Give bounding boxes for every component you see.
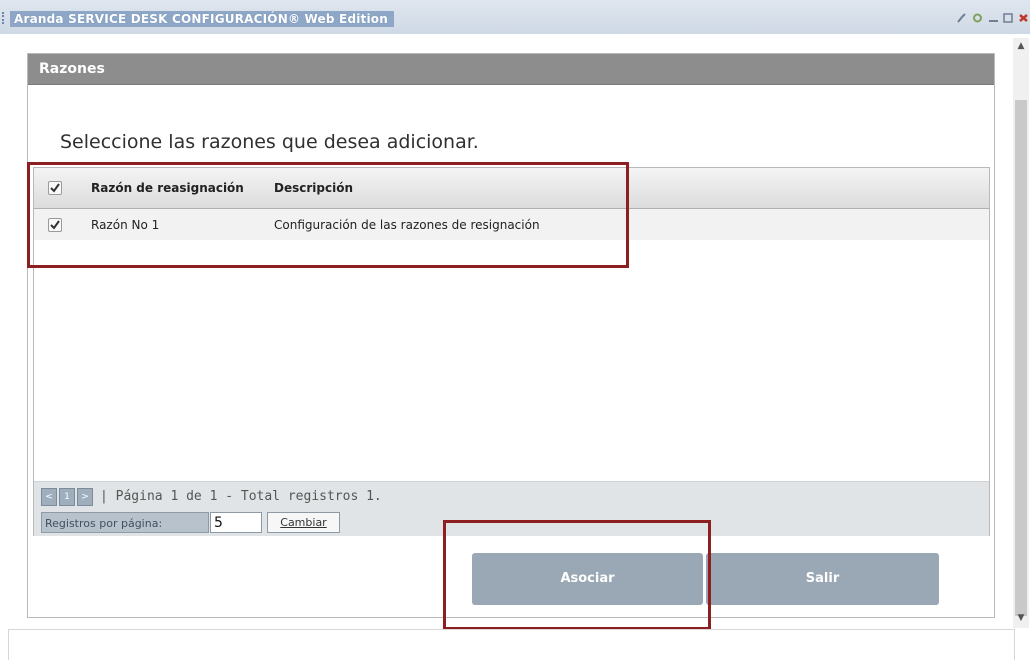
records-per-page-label: Registros por página: xyxy=(41,512,209,533)
column-header-description[interactable]: Descripción xyxy=(274,181,353,195)
refresh-icon[interactable] xyxy=(972,13,983,23)
reasons-grid: Razón de reasignación Descripción Razón … xyxy=(33,167,990,536)
scroll-up-icon[interactable]: ▲ xyxy=(1013,38,1029,54)
close-icon[interactable] xyxy=(1018,13,1029,23)
dialog-title: Razones xyxy=(39,61,105,77)
page-number-button[interactable]: 1 xyxy=(59,488,75,506)
scroll-down-icon[interactable]: ▼ xyxy=(1013,610,1029,626)
window-title-bar: Aranda SERVICE DESK CONFIGURACIÓN® Web E… xyxy=(0,0,1030,34)
dialog-header: Razones xyxy=(28,54,994,85)
reasons-dialog: Razones Seleccione las razones que desea… xyxy=(27,53,995,618)
prev-page-button[interactable]: < xyxy=(41,488,57,506)
instruction-text: Seleccione las razones que desea adicion… xyxy=(60,131,479,153)
next-page-button[interactable]: > xyxy=(77,488,93,506)
pager-status: | Página 1 de 1 - Total registros 1. xyxy=(100,489,382,504)
exit-button[interactable]: Salir xyxy=(706,553,939,605)
select-all-checkbox[interactable] xyxy=(48,181,62,195)
bottom-panel xyxy=(8,629,1015,660)
window-title: Aranda SERVICE DESK CONFIGURACIÓN® Web E… xyxy=(10,11,394,27)
column-header-reason[interactable]: Razón de reasignación xyxy=(91,181,244,195)
grid-header: Razón de reasignación Descripción xyxy=(34,168,989,209)
description-cell: Configuración de las razones de resignac… xyxy=(274,218,540,232)
records-per-page-input[interactable] xyxy=(210,512,262,533)
scrollbar-thumb[interactable] xyxy=(1015,100,1027,616)
change-button[interactable]: Cambiar xyxy=(267,512,340,533)
associate-button[interactable]: Asociar xyxy=(472,553,703,605)
table-row[interactable]: Razón No 1 Configuración de las razones … xyxy=(34,209,989,240)
pin-icon[interactable] xyxy=(956,13,967,23)
grip-icon xyxy=(2,12,7,24)
minimize-icon[interactable] xyxy=(988,13,999,23)
pager-bar: < 1 > | Página 1 de 1 - Total registros … xyxy=(34,481,989,536)
row-checkbox[interactable] xyxy=(48,218,62,232)
maximize-icon[interactable] xyxy=(1003,13,1014,23)
reason-cell: Razón No 1 xyxy=(91,218,160,232)
vertical-scrollbar[interactable]: ▲ ▼ xyxy=(1013,38,1029,628)
